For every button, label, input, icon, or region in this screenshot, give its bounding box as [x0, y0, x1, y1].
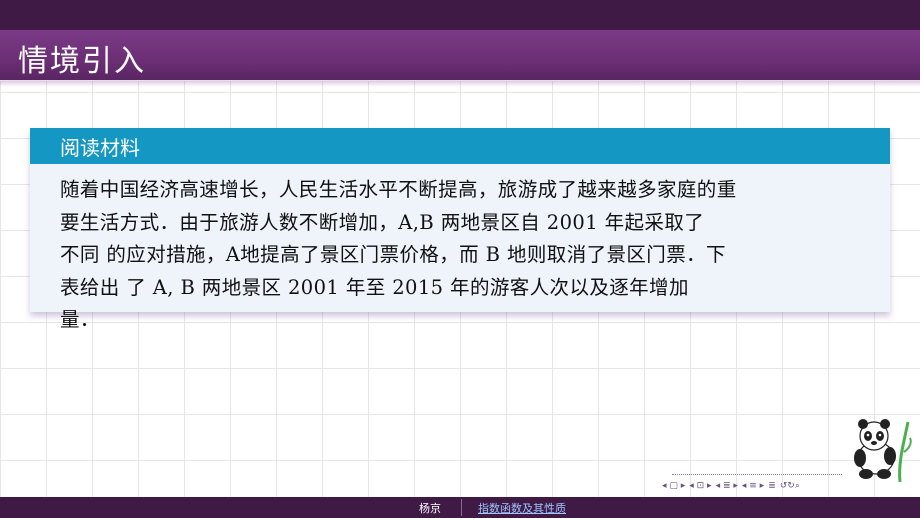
footer-title-link[interactable]: 指数函数及其性质 [478, 500, 566, 516]
text-line: 表给出 了 A, B 两地景区 2001 年至 2015 年的游客人次以及逐年增… [60, 275, 689, 299]
title-bar-shadow [0, 81, 920, 87]
title-bar: 情境引入 [0, 30, 920, 81]
nav-subsection-button[interactable]: ◂ ⊡ ▸ [689, 481, 711, 491]
card-header: 阅读材料 [30, 128, 890, 164]
nav-search-button[interactable]: ↺↻⌕ [780, 481, 800, 491]
nav-section-button[interactable]: ◂ ≣ ▸ [716, 481, 738, 491]
footer-divider [461, 499, 462, 516]
card-header-label: 阅读材料 [60, 136, 140, 160]
card-body-text: 随着中国经济高速增长，人民生活水平不断提高，旅游成了越来越多家庭的重 要生活方式… [60, 174, 870, 337]
slide-title: 情境引入 [18, 44, 146, 79]
text-line: 量． [60, 308, 100, 331]
text-line: 不同 的应对措施，A地提高了景区门票价格，而 B 地则取消了景区门票．下 [60, 243, 726, 266]
text-line: 要生活方式．由于旅游人数不断增加，A,B 两地景区自 2001 年起采取了 [60, 210, 705, 234]
nav-document-button[interactable]: ◂ ≡ ▸ [742, 481, 764, 491]
top-dark-bar [0, 0, 920, 30]
nav-progress-dots [672, 474, 842, 477]
panda-icon [854, 419, 912, 483]
footer-bar: 杨京 指数函数及其性质 [0, 497, 920, 518]
text-line: 随着中国经济高速增长，人民生活水平不断提高，旅游成了越来越多家庭的重 [60, 178, 737, 201]
nav-frame-button[interactable]: ◂ ▢ ▸ [662, 481, 685, 491]
footer-author: 杨京 [419, 502, 441, 515]
beamer-navigation-bar: ◂ ▢ ▸ ◂ ⊡ ▸ ◂ ≣ ▸ ◂ ≡ ▸ ≣ ↺↻⌕ [662, 478, 914, 494]
reading-material-card: 阅读材料 随着中国经济高速增长，人民生活水平不断提高，旅游成了越来越多家庭的重 … [30, 128, 890, 331]
nav-toc-button[interactable]: ≣ [768, 481, 776, 491]
